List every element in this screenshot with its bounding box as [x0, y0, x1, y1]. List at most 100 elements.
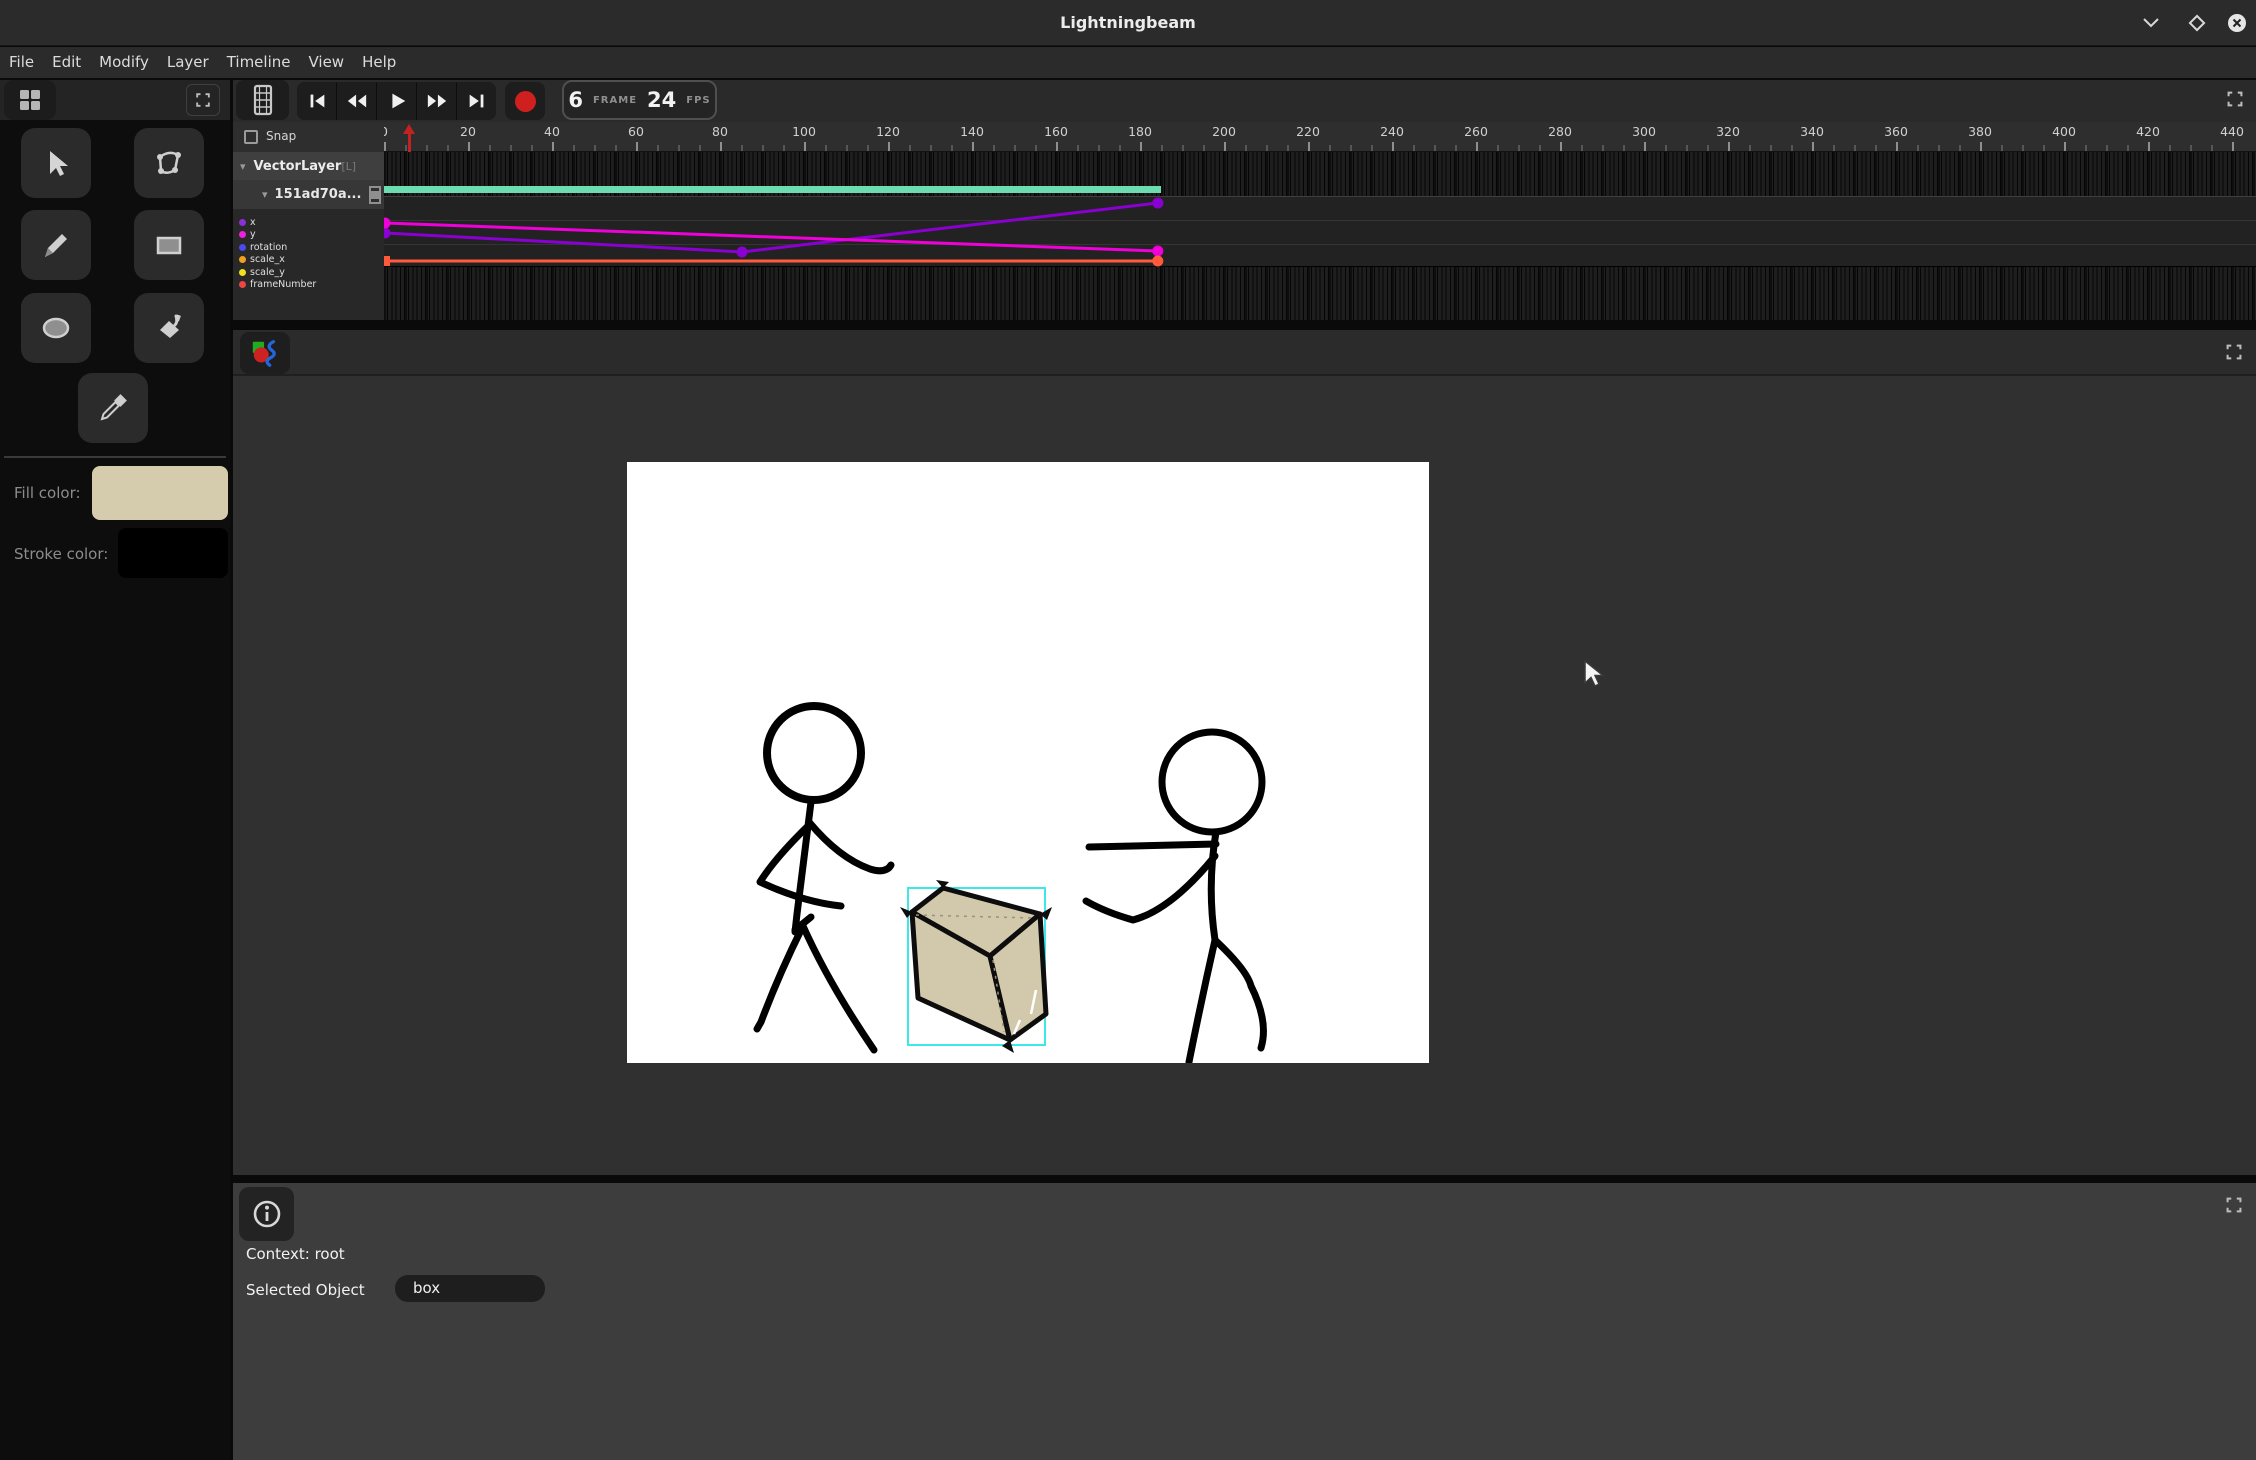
- canvas-header: [233, 330, 2256, 376]
- ruler-tick: [930, 145, 932, 151]
- stroke-color-swatch[interactable]: [118, 528, 228, 578]
- fps-value: 24: [647, 88, 676, 112]
- ruler-tick: [699, 145, 701, 151]
- keyframe-point[interactable]: [737, 247, 748, 258]
- ruler-tick: [573, 145, 575, 151]
- ruler-tick: [1959, 145, 1961, 151]
- pencil-tool-button[interactable]: [21, 210, 91, 280]
- maximize-icon[interactable]: [2184, 12, 2210, 34]
- skip-to-end-button[interactable]: [457, 82, 496, 120]
- property-row-rotation[interactable]: rotation: [233, 241, 384, 254]
- ruler-tick: [1077, 145, 1079, 151]
- ruler-label: 100: [792, 124, 816, 139]
- ruler-tick: [951, 145, 953, 151]
- ruler-tick: [1980, 142, 1982, 151]
- canvas-expand-button[interactable]: [2221, 339, 2247, 365]
- property-label: scale_y: [250, 267, 285, 278]
- film-strip-icon: [252, 84, 274, 116]
- ruler-label: 300: [1632, 124, 1656, 139]
- menu-item-view[interactable]: View: [299, 47, 353, 78]
- property-row-x[interactable]: x: [233, 216, 384, 229]
- panel-grid-button[interactable]: [4, 80, 56, 120]
- frame-fps-box[interactable]: 6 FRAME 24 FPS: [562, 80, 717, 120]
- ruler-tick: [2127, 145, 2129, 151]
- timeline-menu-button[interactable]: [236, 80, 289, 120]
- ruler-tick: [531, 145, 533, 151]
- property-row-scale_y[interactable]: scale_y: [233, 266, 384, 279]
- keyframe-point[interactable]: [384, 228, 391, 239]
- ruler-tick: [1098, 145, 1100, 151]
- chevron-down-icon[interactable]: ▾: [262, 188, 268, 201]
- ruler-tick: [1602, 145, 1604, 151]
- menu-item-help[interactable]: Help: [353, 47, 405, 78]
- menu-item-modify[interactable]: Modify: [90, 47, 158, 78]
- property-color-dot: [239, 244, 246, 251]
- ruler-label: 140: [960, 124, 984, 139]
- ruler-tick: [405, 145, 407, 151]
- timeline-ruler[interactable]: 0204060801001201401601802002202402602803…: [233, 122, 2256, 152]
- rectangle-tool-button[interactable]: [134, 210, 204, 280]
- property-row-scale_x[interactable]: scale_x: [233, 254, 384, 267]
- stick-figure-left: [757, 706, 891, 1050]
- ellipse-tool-button[interactable]: [21, 293, 91, 363]
- keyframe-point[interactable]: [1152, 198, 1163, 209]
- object-visibility-button[interactable]: [369, 186, 381, 204]
- pencil-icon: [40, 229, 72, 261]
- ellipse-icon: [39, 311, 73, 345]
- sidebar-expand-button[interactable]: [186, 84, 220, 116]
- ruler-tick: [888, 142, 890, 151]
- layer-row-vectorlayer[interactable]: ▾ VectorLayer [L]: [233, 152, 384, 180]
- fill-color-label: Fill color:: [14, 484, 81, 502]
- rewind-button[interactable]: [337, 82, 376, 120]
- fast-forward-icon: [425, 90, 449, 112]
- fill-color-swatch[interactable]: [92, 466, 228, 520]
- ruler-tick: [1854, 145, 1856, 151]
- stage[interactable]: [627, 462, 1429, 1063]
- keyframe-point[interactable]: [384, 256, 390, 266]
- transform-tool-button[interactable]: [134, 128, 204, 198]
- selected-object-input[interactable]: box: [395, 1275, 545, 1302]
- property-list: xyrotationscale_xscale_yframeNumber: [233, 209, 384, 291]
- timeline-panel: 6 FRAME 24 FPS 0204060801001201401601802…: [233, 80, 2256, 320]
- timeline-expand-button[interactable]: [2222, 86, 2248, 112]
- ruler-tick: [510, 145, 512, 151]
- transform-icon: [152, 146, 186, 180]
- menu-item-timeline[interactable]: Timeline: [218, 47, 300, 78]
- select-tool-button[interactable]: [21, 128, 91, 198]
- track-area[interactable]: [384, 152, 2256, 320]
- stage-tab-button[interactable]: [240, 332, 290, 374]
- minimize-icon[interactable]: [2138, 12, 2164, 34]
- skip-to-start-button[interactable]: [297, 82, 336, 120]
- menu-item-file[interactable]: File: [0, 47, 43, 78]
- tool-sidebar: Fill color: Stroke color:: [0, 80, 230, 1460]
- keyframe-point[interactable]: [1152, 256, 1163, 267]
- ruler-tick: [909, 145, 911, 151]
- selected-box[interactable]: [900, 880, 1052, 1053]
- object-row[interactable]: ▾ 151ad70a... ~: [233, 180, 384, 209]
- snap-checkbox[interactable]: [244, 130, 258, 144]
- keyframe-point[interactable]: [1152, 246, 1163, 257]
- close-icon[interactable]: [2224, 12, 2250, 34]
- menu-item-layer[interactable]: Layer: [158, 47, 218, 78]
- ruler-tick: [1350, 145, 1352, 151]
- keyframe-point[interactable]: [384, 218, 391, 229]
- ruler-tick: [1875, 145, 1877, 151]
- info-tab-button[interactable]: [239, 1187, 294, 1241]
- ruler-label: 260: [1464, 124, 1488, 139]
- property-row-y[interactable]: y: [233, 229, 384, 242]
- property-label: y: [250, 229, 256, 240]
- fast-forward-button[interactable]: [417, 82, 456, 120]
- fps-unit-label: FPS: [686, 95, 710, 106]
- property-row-frameNumber[interactable]: frameNumber: [233, 279, 384, 292]
- ruler-tick: [1539, 145, 1541, 151]
- chevron-down-icon[interactable]: ▾: [240, 160, 246, 173]
- play-button[interactable]: [377, 82, 416, 120]
- layer-column: ▾ VectorLayer [L] ▾ 151ad70a... ~ xyrota…: [233, 152, 384, 320]
- inspector-expand-button[interactable]: [2221, 1192, 2247, 1218]
- record-button[interactable]: [505, 82, 545, 120]
- ruler-tick: [1245, 145, 1247, 151]
- paint-bucket-tool-button[interactable]: [134, 293, 204, 363]
- menu-item-edit[interactable]: Edit: [43, 47, 90, 78]
- ruler-tick: [1497, 145, 1499, 151]
- eyedropper-tool-button[interactable]: [78, 373, 148, 443]
